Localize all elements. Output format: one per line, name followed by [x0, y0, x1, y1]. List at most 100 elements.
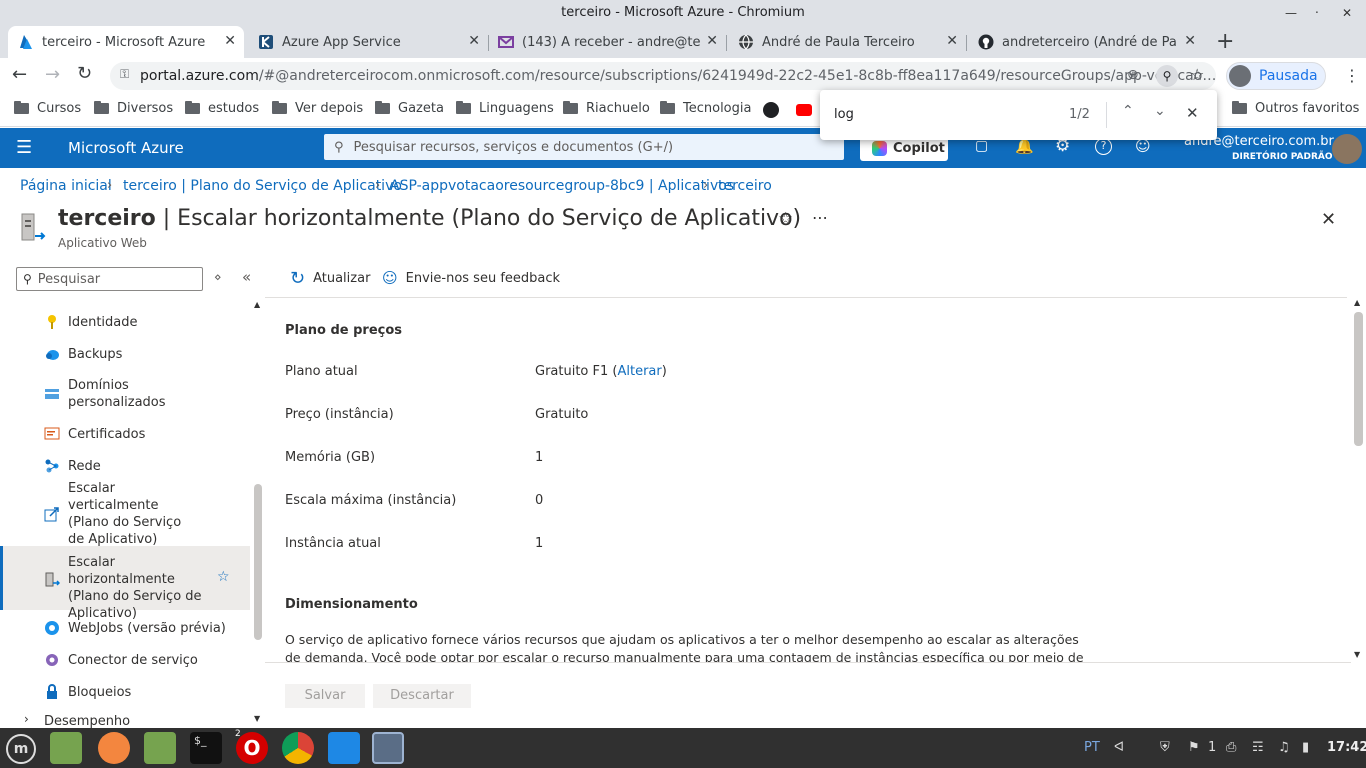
tab-gmail[interactable]: (143) A receber - andre@terceiro.com.br …	[488, 26, 727, 58]
tab-close-icon[interactable]: ✕	[1184, 33, 1196, 49]
volume-icon[interactable]: ♫	[1278, 740, 1290, 755]
back-icon[interactable]: ←	[12, 64, 27, 85]
global-search[interactable]: ⚲ Pesquisar recursos, serviços e documen…	[324, 134, 844, 160]
user-avatar[interactable]	[1332, 134, 1362, 164]
scroll-thumb[interactable]	[1354, 312, 1363, 446]
tab-close-icon[interactable]: ✕	[224, 33, 236, 49]
save-button[interactable]: Salvar	[285, 684, 365, 708]
find-close-icon[interactable]: ✕	[1186, 104, 1199, 122]
sidebar-item-domains[interactable]: Domínios personalizados	[0, 376, 250, 412]
tab-personal-site[interactable]: André de Paula Terceiro ✕	[728, 26, 967, 58]
vscode-icon[interactable]	[328, 732, 360, 764]
sidebar-item-service-connector[interactable]: Conector de serviço	[0, 650, 250, 670]
bookmark-folder[interactable]: Cursos	[14, 101, 81, 116]
content-scrollbar[interactable]: ▲ ▼	[1351, 298, 1365, 662]
help-icon[interactable]: ?	[1095, 138, 1112, 155]
url-bar[interactable]: ⚿ portal.azure.com/#@andreterceirocom.on…	[110, 62, 1216, 90]
tab-close-icon[interactable]: ✕	[706, 33, 718, 49]
opera-icon[interactable]: O	[236, 732, 268, 764]
close-blade-icon[interactable]: ✕	[1321, 209, 1336, 230]
bookmark-folder[interactable]: Gazeta	[375, 101, 444, 116]
breadcrumb-current[interactable]: terceiro	[718, 178, 772, 194]
scroll-thumb[interactable]	[254, 484, 262, 640]
printer-icon[interactable]: ⎙	[1226, 740, 1236, 755]
sidebar-item-scale-up[interactable]: Escalar verticalmente (Plano do Serviço …	[0, 481, 250, 547]
find-lens-icon[interactable]: ⚲	[1156, 65, 1178, 87]
sidebar-item-backups[interactable]: Backups	[0, 344, 250, 364]
search-icon: ⚲	[23, 272, 32, 286]
bookmark-folder[interactable]: Tecnologia	[660, 101, 751, 116]
cloud-shell-icon[interactable]: ▢	[975, 138, 988, 154]
sidebar-item-identity[interactable]: Identidade	[0, 312, 250, 332]
tab-github[interactable]: andreterceiro (André de Paula Terceiro) …	[968, 26, 1204, 58]
tab-close-icon[interactable]: ✕	[468, 33, 480, 49]
file-manager-icon[interactable]	[50, 732, 82, 764]
bookmark-folder[interactable]: estudos	[185, 101, 259, 116]
bookmark-folder[interactable]: Riachuelo	[563, 101, 650, 116]
chromium-icon[interactable]	[372, 732, 404, 764]
find-input[interactable]	[834, 104, 1044, 124]
azure-brand[interactable]: Microsoft Azure	[68, 139, 184, 157]
chrome-icon[interactable]	[282, 732, 314, 764]
profile-button[interactable]: Pausada	[1226, 62, 1326, 90]
breadcrumb-home[interactable]: Página inicial	[20, 178, 112, 194]
hamburger-menu-icon[interactable]: ☰	[16, 137, 32, 158]
keyboard-layout[interactable]: PT	[1084, 740, 1100, 755]
find-previous-icon[interactable]: ⌃	[1122, 103, 1134, 119]
favorite-star-icon[interactable]: ☆	[778, 209, 793, 229]
site-info-icon[interactable]: ⚿	[120, 67, 129, 82]
folder-icon[interactable]	[144, 732, 176, 764]
more-options-icon[interactable]: ⋯	[812, 208, 828, 227]
sidebar-item-certificates[interactable]: Certificados	[0, 424, 250, 444]
tab-close-icon[interactable]: ✕	[946, 33, 958, 49]
bookmark-folder[interactable]: Linguagens	[456, 101, 554, 116]
bookmark-folder[interactable]: Diversos	[94, 101, 173, 116]
kebab-menu-icon[interactable]: ⋮	[1344, 66, 1360, 85]
sidebar-item-scale-out-active[interactable]: Escalar horizontalmente (Plano do Serviç…	[0, 546, 250, 621]
sidebar-scrollbar[interactable]: ▲ ▼	[252, 300, 264, 725]
discard-button[interactable]: Descartar	[373, 684, 471, 708]
install-icon[interactable]: ⊕	[1127, 67, 1139, 83]
page-title: terceiro | Escalar horizontalmente (Plan…	[58, 206, 802, 231]
bookmark-folder[interactable]: Ver depois	[272, 101, 363, 116]
reload-icon[interactable]: ↻	[77, 63, 92, 84]
sidebar-item-network[interactable]: Rede	[0, 456, 250, 476]
other-bookmarks[interactable]: Outros favoritos	[1232, 101, 1359, 116]
scroll-up-icon[interactable]: ▲	[254, 300, 260, 309]
refresh-button[interactable]: ↻ Atualizar	[290, 268, 370, 289]
scroll-down-icon[interactable]: ▼	[254, 714, 260, 723]
notification-bell-icon[interactable]: ⚑	[1188, 740, 1200, 755]
maximize-icon[interactable]: ‧	[1315, 0, 1319, 26]
start-menu-icon[interactable]: m	[6, 734, 36, 764]
scroll-up-icon[interactable]: ▲	[1354, 298, 1360, 307]
sidebar-item-webjobs[interactable]: WebJobs (versão prévia)	[0, 618, 250, 638]
firefox-icon[interactable]	[98, 732, 130, 764]
clock[interactable]: 17:42	[1327, 740, 1366, 755]
breadcrumb-apps[interactable]: ASP-appvotacaoresourcegroup-8bc9 | Aplic…	[390, 178, 734, 194]
youtube-bookmark-icon[interactable]	[796, 104, 812, 116]
close-window-icon[interactable]: ✕	[1342, 0, 1352, 26]
globe-bookmark-icon[interactable]	[763, 102, 779, 118]
feedback-button[interactable]: ☺ Envie-nos seu feedback	[382, 269, 560, 287]
sidebar-item-locks[interactable]: Bloqueios	[0, 682, 250, 702]
bluetooth-icon[interactable]: ᐊ	[1114, 740, 1124, 755]
tab-azure-portal[interactable]: terceiro - Microsoft Azure ✕	[8, 26, 244, 58]
find-next-icon[interactable]: ⌄	[1154, 103, 1166, 119]
bookmark-star-icon[interactable]: ☆	[1190, 65, 1204, 84]
wifi-icon[interactable]: ☶	[1252, 740, 1264, 755]
breadcrumb-plan[interactable]: terceiro | Plano do Serviço de Aplicativ…	[123, 178, 402, 194]
change-plan-link[interactable]: Alterar	[617, 364, 661, 379]
shield-icon[interactable]: ⛨	[1160, 740, 1170, 755]
forward-icon[interactable]: →	[45, 64, 60, 85]
minimize-icon[interactable]: —	[1285, 0, 1297, 26]
scroll-down-icon[interactable]: ▼	[1354, 650, 1360, 659]
collapse-sidebar-icon[interactable]: «	[242, 268, 251, 286]
favorite-star-icon[interactable]: ☆	[217, 569, 230, 585]
terminal-icon[interactable]: $_	[190, 732, 222, 764]
sidebar-search[interactable]: ⚲ Pesquisar	[16, 267, 203, 291]
battery-icon[interactable]: ▮	[1302, 740, 1309, 755]
new-tab-icon[interactable]: +	[1216, 29, 1234, 54]
filter-icon[interactable]: ⋄	[214, 270, 222, 284]
tab-azure-app-service[interactable]: Azure App Service ✕	[248, 26, 489, 58]
folder-icon	[1232, 101, 1247, 114]
